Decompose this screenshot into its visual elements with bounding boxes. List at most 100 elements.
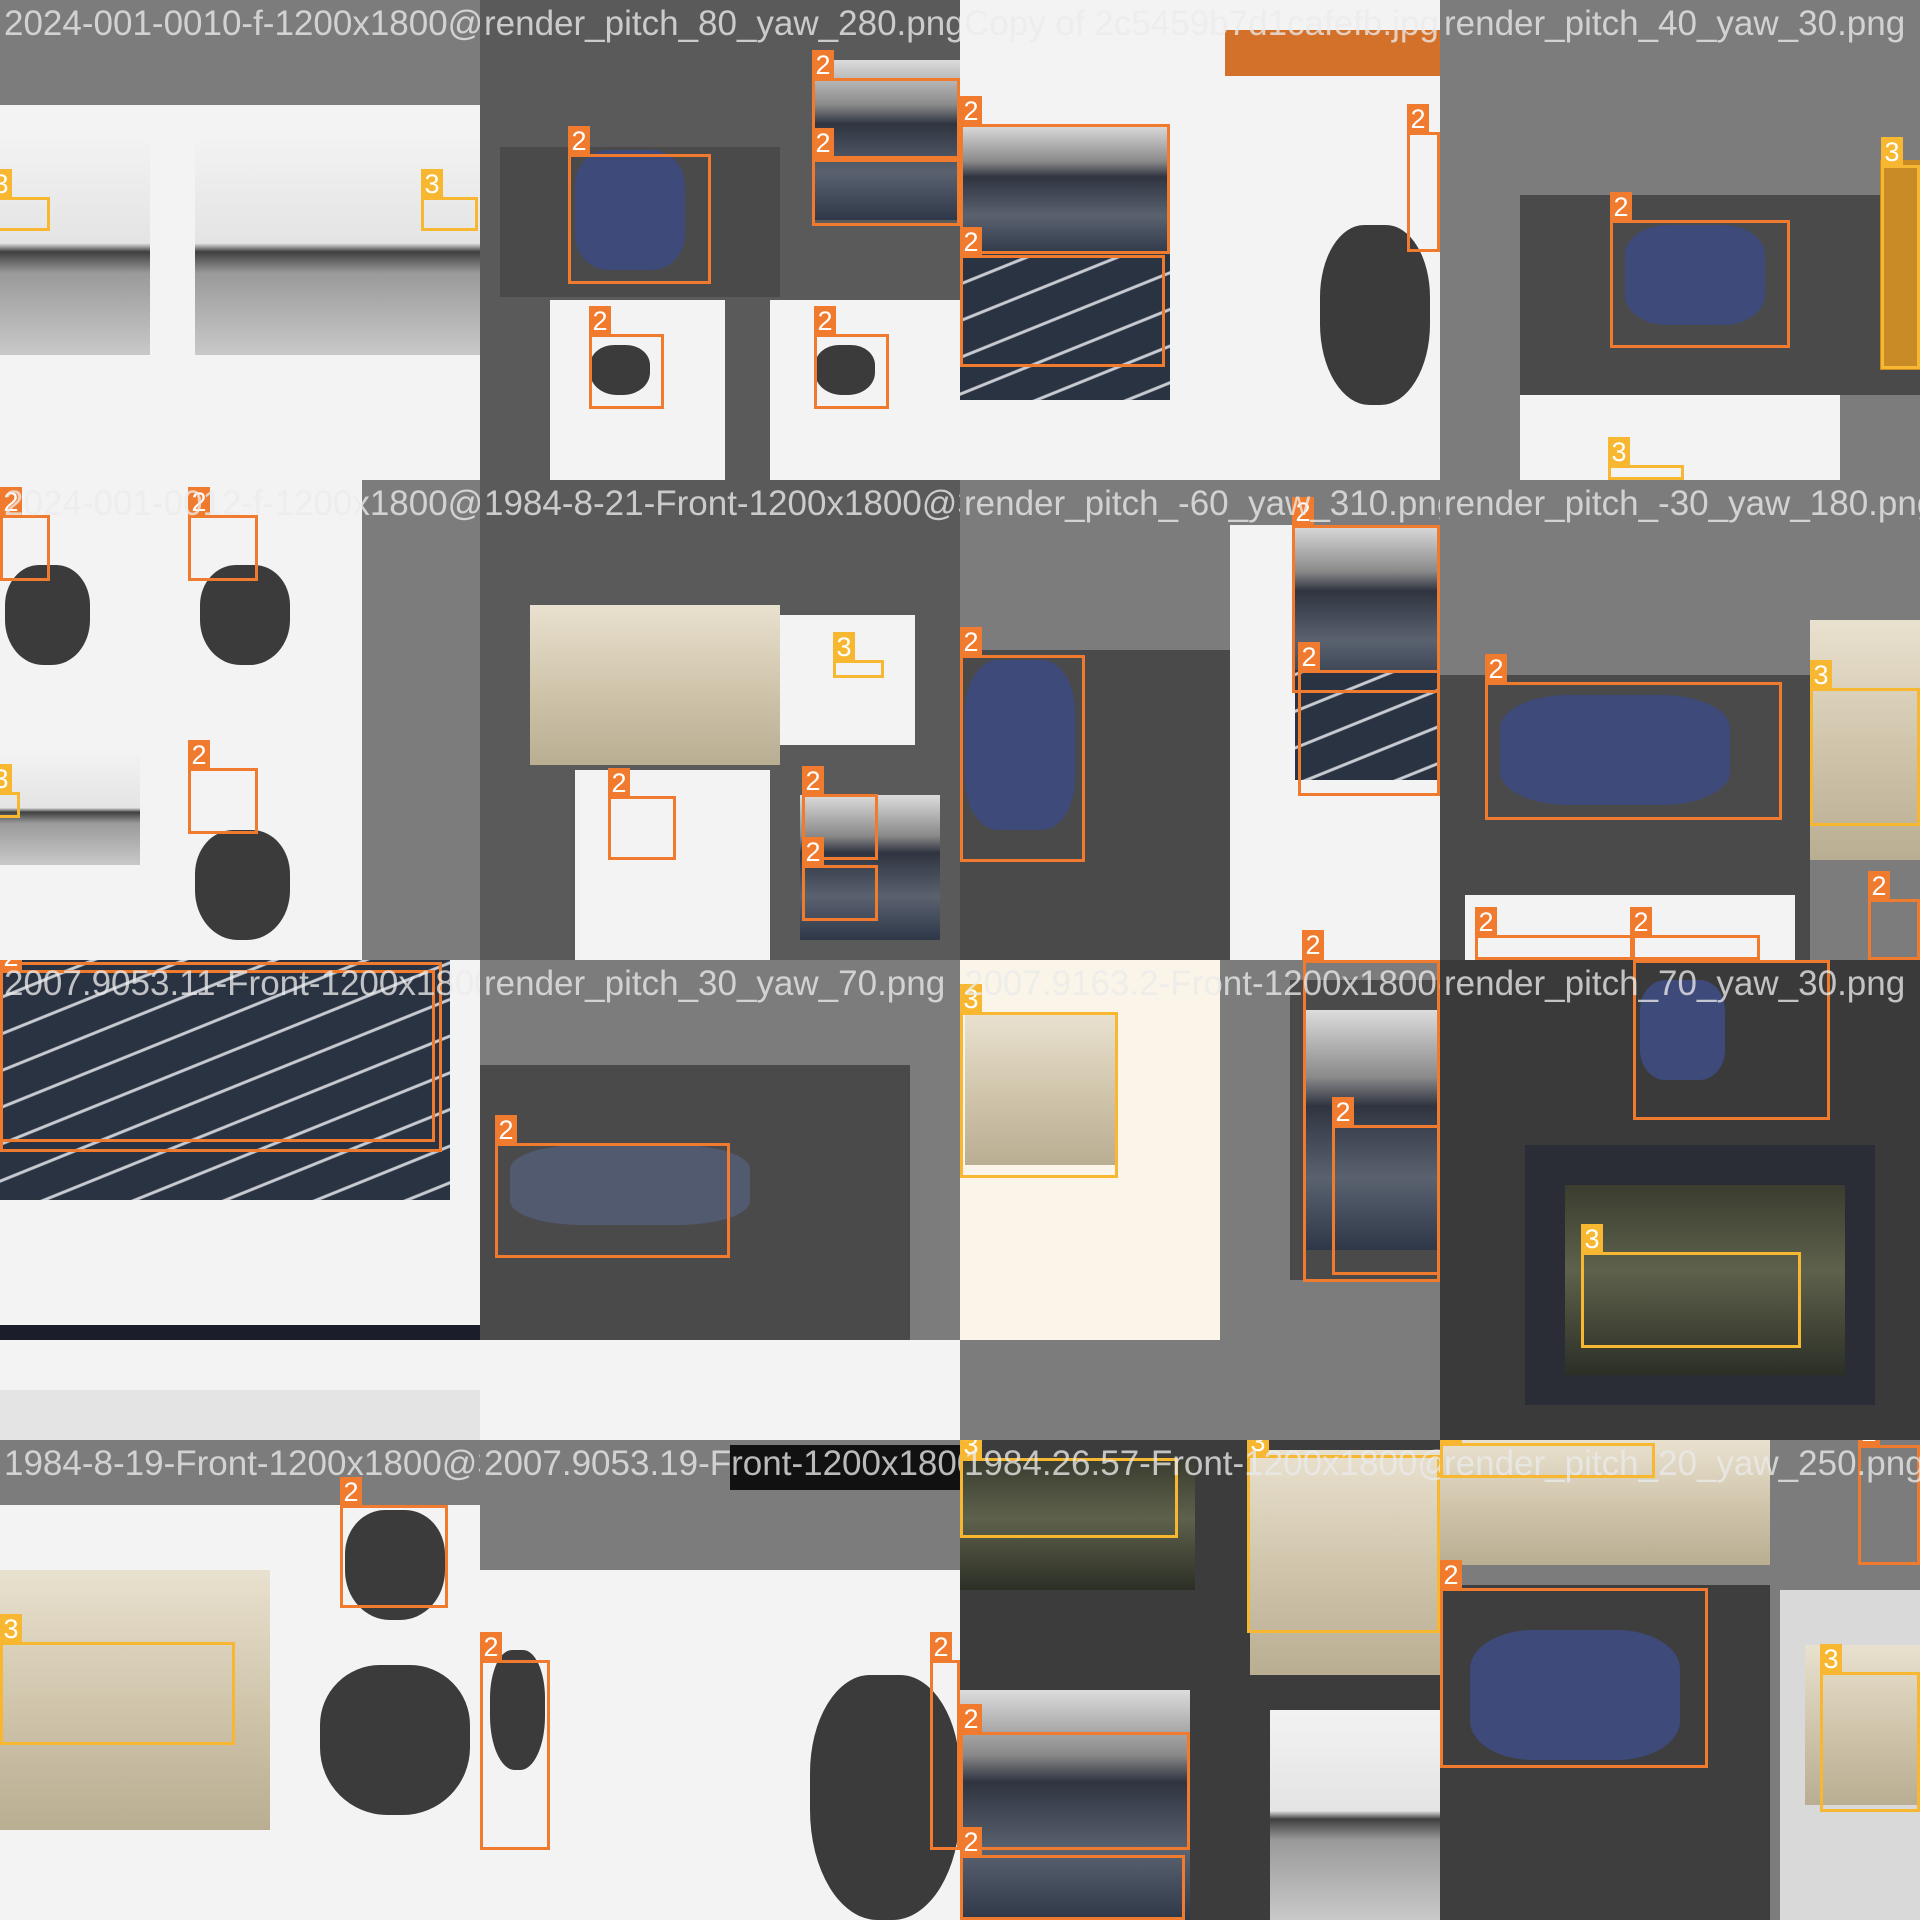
bbox-label: 3 [833, 632, 855, 663]
bbox-label: 2 [340, 1477, 362, 1508]
bbox-class-2: 2 [608, 768, 676, 860]
bbox-class-3: 3 [1440, 1440, 1655, 1478]
mosaic-tile: render_pitch_20_yaw_250.png 3 2 2 3 [1440, 1440, 1920, 1920]
bbox-class-2: 2 [589, 306, 664, 409]
bbox-class-2: 2 [0, 487, 50, 581]
bbox-class-3: 3 [1581, 1224, 1801, 1348]
bbox-label: 3 [1810, 660, 1832, 691]
bbox-label: 2 [589, 306, 611, 337]
bbox-class-2: 2 [1475, 907, 1635, 960]
bbox-class-3: 3 [960, 984, 1118, 1178]
bbox-class-2: 2 [1440, 1560, 1708, 1768]
bbox-class-2: 2 [802, 837, 878, 921]
bbox-label: 2 [1292, 497, 1314, 528]
bbox-class-3: 3 [833, 632, 884, 678]
mosaic-tile: render_pitch_70_yaw_30.png 2 3 [1440, 960, 1920, 1440]
bbox-label: 2 [960, 1827, 982, 1858]
bbox-class-2: 2 [1630, 907, 1760, 960]
bbox-label: 2 [960, 227, 982, 258]
bbox-class-3: 3 [1247, 1440, 1440, 1633]
bbox-class-3: 3 [421, 169, 478, 231]
bbox-label: 2 [1303, 960, 1325, 963]
bbox-label: 2 [1630, 907, 1652, 938]
bbox-label: 2 [812, 50, 834, 81]
bbox-label: 2 [1407, 104, 1429, 135]
bbox-label: 2 [1610, 192, 1632, 223]
bbox-class-2: 2 [814, 306, 889, 409]
bbox-class-2: 2 [960, 1704, 1190, 1850]
mosaic-tile: render_pitch_-60_yaw_310.png 2 2 2 2 [960, 480, 1440, 960]
mosaic-tile: render_pitch_40_yaw_30.png 2 3 3 [1440, 0, 1920, 480]
bbox-label: 2 [188, 740, 210, 771]
bbox-label: 2 [930, 1632, 952, 1663]
bbox-label: 2 [1302, 930, 1324, 960]
bbox-label: 3 [0, 764, 12, 795]
bbox-class-2: 2 [960, 227, 1165, 367]
bbox-label: 2 [960, 96, 982, 127]
bbox-label: 2 [812, 128, 834, 159]
bbox-class-2: 2 [1868, 871, 1920, 960]
bbox-label: 2 [960, 1704, 982, 1735]
bbox-label: 2 [1298, 642, 1320, 673]
mosaic-tile: render_pitch_-30_yaw_180.png 2 3 2 2 2 [1440, 480, 1920, 960]
tile-photo [0, 0, 480, 480]
bbox-label: 2 [960, 627, 982, 658]
bbox-label: 3 [1440, 1440, 1462, 1446]
bbox-class-3: 3 [0, 764, 20, 818]
bbox-class-2: 2 [480, 1632, 550, 1850]
bbox-class-2: 2 [1332, 1097, 1440, 1275]
bbox-label: 2 [568, 126, 590, 157]
bbox-label: 3 [421, 169, 443, 200]
bbox-label: 3 [0, 169, 12, 200]
bbox-label: 2 [1485, 654, 1507, 685]
bbox-class-3: 3 [1810, 660, 1920, 826]
bbox-label: 2 [0, 960, 22, 973]
bbox-class-2: 2 [960, 627, 1085, 862]
bbox-class-2: 2 [960, 1827, 1185, 1920]
tile-photo [480, 1440, 960, 1920]
mosaic-tile: 2007.9053.11-Front-1200x1800@300dpi.png … [0, 960, 480, 1440]
mosaic-grid: 2024-001-0010-f-1200x1800@300dpi.png 3 3… [0, 0, 1920, 1920]
bbox-class-2: 2 [960, 96, 1170, 254]
bbox-class-2: 2 [1407, 104, 1440, 252]
bbox-label: 2 [608, 768, 630, 799]
bbox-class-2: 2 [812, 50, 960, 162]
bbox-label: 2 [1332, 1097, 1354, 1128]
bbox-class-2: 2 [568, 126, 711, 284]
mosaic-tile: 2007.9053.19-Front-1200x1800@300dpi.png … [480, 1440, 960, 1920]
bbox-class-2: 2 [495, 1115, 730, 1258]
bbox-class-2: 2 [1298, 642, 1440, 796]
bbox-class-3: 3 [1881, 137, 1920, 369]
bbox-label: 3 [960, 984, 982, 1015]
bbox-class-3: 3 [1820, 1644, 1920, 1812]
bbox-class-2: 2 [340, 1477, 448, 1608]
bbox-label: 2 [802, 766, 824, 797]
bbox-class-2: 2 [1633, 960, 1830, 1120]
mosaic-tile: 2024-001-0010-f-1200x1800@300dpi.png 3 3 [0, 0, 480, 480]
bbox-class-2: 2 [1858, 1440, 1920, 1565]
mosaic-tile: Copy of 2c5459b7d1cafefb.jpg 2 2 2 [960, 0, 1440, 480]
bbox-label: 3 [960, 1440, 982, 1461]
bbox-label: 2 [188, 487, 210, 518]
bbox-class-2: 2 [812, 128, 960, 226]
bbox-label: 3 [1247, 1440, 1269, 1458]
bbox-class-3: 3 [1608, 437, 1684, 480]
bbox-label: 2 [480, 1632, 502, 1663]
mosaic-tile: 1984-8-19-Front-1200x1800@300dpi.png 2 3 [0, 1440, 480, 1920]
bbox-class-2: 2 [1610, 192, 1790, 348]
bbox-class-3: 3 [0, 1614, 235, 1745]
bbox-label: 2 [0, 487, 22, 518]
mosaic-tile: 2024-001-0012-f-1200x1800@300dpi.png 2 2… [0, 480, 480, 960]
bbox-label: 3 [1608, 437, 1630, 468]
bbox-class-2: 2 [1485, 654, 1782, 820]
mosaic-tile: render_pitch_30_yaw_70.png 2 [480, 960, 960, 1440]
tile-photo [480, 480, 960, 960]
bbox-class-3: 3 [0, 169, 50, 231]
bbox-label: 2 [495, 1115, 517, 1146]
bbox-label: 2 [1440, 1560, 1462, 1591]
bbox-class-3: 3 [960, 1440, 1178, 1538]
bbox-class-2: 2 [0, 960, 435, 1142]
mosaic-tile: 1984-8-21-Front-1200x1800@300dpi.png 3 2… [480, 480, 960, 960]
mosaic-tile: 1984.26.57-Front-1200x1800@300dpi.png 3 … [960, 1440, 1440, 1920]
bbox-label: 2 [1633, 960, 1655, 963]
